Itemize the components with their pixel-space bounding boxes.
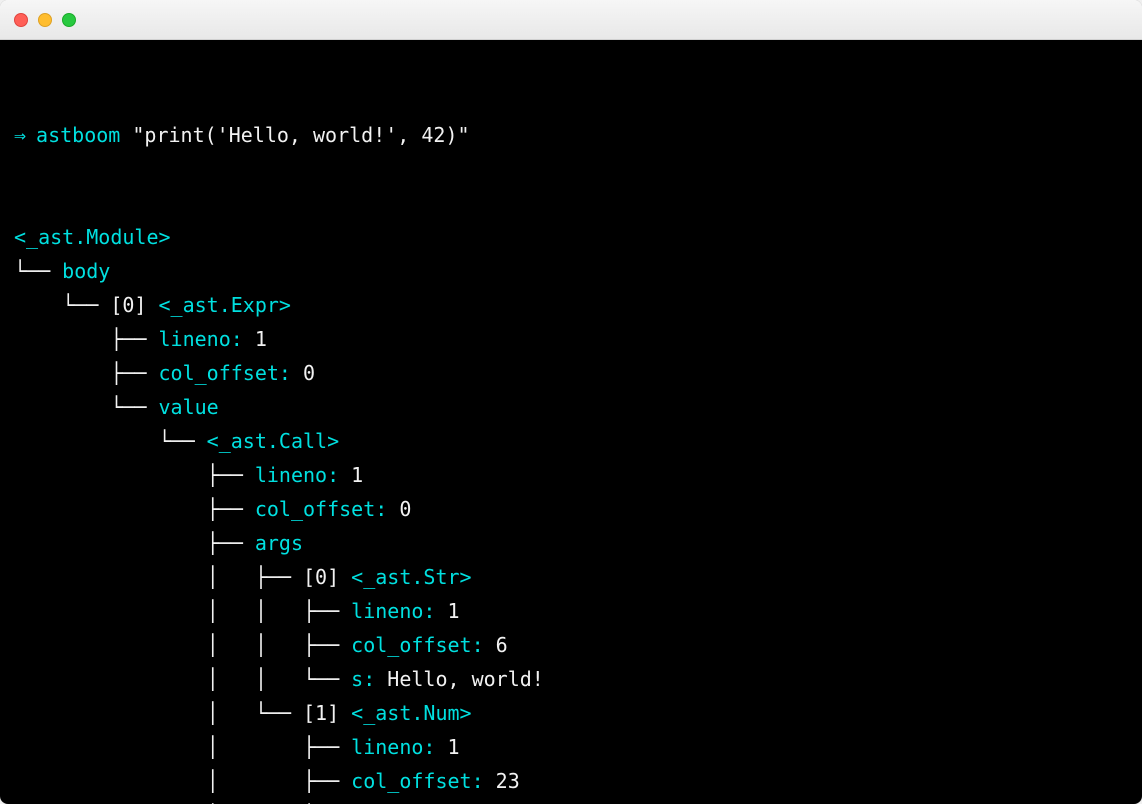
terminal-content[interactable]: ⇒ astboom "print('Hello, world!', 42)" <… bbox=[0, 40, 1142, 804]
tree-line: ├── lineno: 1 bbox=[14, 322, 1128, 356]
tree-line: <_ast.Module> bbox=[14, 220, 1128, 254]
tree-line: └── value bbox=[14, 390, 1128, 424]
tree-line: │ │ └── s: Hello, world! bbox=[14, 662, 1128, 696]
tree-line: │ ├── lineno: 1 bbox=[14, 730, 1128, 764]
tree-line: │ └── [1] <_ast.Num> bbox=[14, 696, 1128, 730]
tree-line: │ ├── [0] <_ast.Str> bbox=[14, 560, 1128, 594]
command-line: ⇒ astboom "print('Hello, world!', 42)" bbox=[14, 118, 1128, 152]
tree-line: │ ├── col_offset: 23 bbox=[14, 764, 1128, 798]
tree-line: └── <_ast.Call> bbox=[14, 424, 1128, 458]
tree-line: │ │ ├── col_offset: 6 bbox=[14, 628, 1128, 662]
tree-output: <_ast.Module>└── body └── [0] <_ast.Expr… bbox=[14, 220, 1128, 804]
terminal-window: ⇒ astboom "print('Hello, world!', 42)" <… bbox=[0, 0, 1142, 804]
close-icon[interactable] bbox=[14, 13, 28, 27]
maximize-icon[interactable] bbox=[62, 13, 76, 27]
tree-line: ├── col_offset: 0 bbox=[14, 492, 1128, 526]
tree-line: ├── lineno: 1 bbox=[14, 458, 1128, 492]
tree-line: │ └── n: 42 bbox=[14, 798, 1128, 804]
command-text: astboom "print('Hello, world!', 42)" bbox=[36, 118, 470, 152]
tree-line: ├── args bbox=[14, 526, 1128, 560]
tree-line: └── body bbox=[14, 254, 1128, 288]
tree-line: ├── col_offset: 0 bbox=[14, 356, 1128, 390]
prompt-icon: ⇒ bbox=[14, 118, 26, 152]
tree-line: └── [0] <_ast.Expr> bbox=[14, 288, 1128, 322]
tree-line: │ │ ├── lineno: 1 bbox=[14, 594, 1128, 628]
window-titlebar bbox=[0, 0, 1142, 40]
minimize-icon[interactable] bbox=[38, 13, 52, 27]
